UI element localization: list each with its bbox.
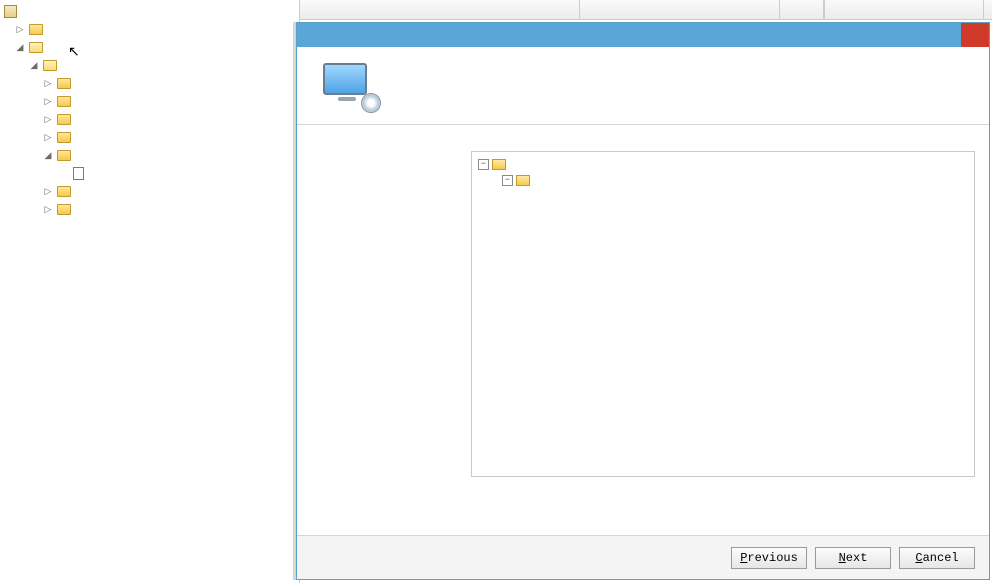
folder-open-icon <box>28 40 44 54</box>
col-version[interactable] <box>780 0 824 19</box>
os-tree-root[interactable]: − <box>478 156 968 172</box>
tree-mdt-share[interactable]: ◢ <box>0 56 299 74</box>
os-tree-folder[interactable]: − <box>502 172 968 188</box>
close-button[interactable] <box>961 23 989 47</box>
wizard-button-bar: Previous Next Cancel <box>297 535 989 579</box>
collapse-icon[interactable]: ◢ <box>42 149 54 161</box>
tree-root-label <box>21 10 25 12</box>
wizard-content: − − <box>465 125 989 535</box>
expand-icon[interactable]: ▷ <box>42 203 54 215</box>
workbench-icon <box>2 4 18 18</box>
os-install-icon <box>323 63 377 109</box>
tree-upgrade-ts[interactable] <box>0 164 299 182</box>
expand-icon[interactable]: ▷ <box>42 95 54 107</box>
folder-icon <box>56 130 72 144</box>
wizard-banner <box>297 47 989 125</box>
col-id[interactable] <box>580 0 780 19</box>
col-name[interactable] <box>300 0 580 19</box>
expand-icon[interactable]: ▷ <box>42 113 54 125</box>
task-sequence-icon <box>70 166 86 180</box>
cancel-button[interactable]: Cancel <box>899 547 975 569</box>
folder-icon <box>56 94 72 108</box>
expand-icon[interactable]: ▷ <box>42 77 54 89</box>
new-task-sequence-wizard: − − Previous Next Cancel <box>296 22 990 580</box>
tree-info-center[interactable]: ▷ <box>0 20 299 38</box>
tree-monitoring[interactable]: ▷ <box>0 200 299 218</box>
next-button[interactable]: Next <box>815 547 891 569</box>
folder-icon <box>56 184 72 198</box>
tree-root[interactable] <box>0 2 299 20</box>
tree-operating-systems[interactable]: ▷ <box>0 92 299 110</box>
folder-icon <box>28 22 44 36</box>
tree-adv-config[interactable]: ▷ <box>0 182 299 200</box>
tree-task-sequences[interactable]: ◢ <box>0 146 299 164</box>
previous-button[interactable]: Previous <box>731 547 807 569</box>
collapse-icon[interactable]: ◢ <box>28 59 40 71</box>
folder-open-icon <box>42 58 58 72</box>
expand-icon[interactable]: ▷ <box>14 23 26 35</box>
wizard-steps-list <box>297 125 465 535</box>
expand-icon[interactable]: ▷ <box>42 185 54 197</box>
wizard-titlebar[interactable] <box>297 23 989 47</box>
tree-applications[interactable]: ▷ <box>0 74 299 92</box>
os-tree-view[interactable]: − − <box>471 151 975 477</box>
expand-icon[interactable]: ▷ <box>42 131 54 143</box>
tree-oob-drivers[interactable]: ▷ <box>0 110 299 128</box>
deployment-tree-panel: ▷ ◢ ◢ ▷ ▷ ▷ ▷ <box>0 0 300 583</box>
minus-icon[interactable]: − <box>502 175 513 186</box>
folder-icon <box>516 175 530 186</box>
tree-packages[interactable]: ▷ <box>0 128 299 146</box>
list-header <box>300 0 992 20</box>
col-action[interactable] <box>824 0 984 19</box>
folder-icon <box>56 148 72 162</box>
tree-deployment-shares[interactable]: ◢ <box>0 38 299 56</box>
collapse-icon[interactable]: ◢ <box>14 41 26 53</box>
folder-icon <box>492 159 506 170</box>
folder-icon <box>56 112 72 126</box>
folder-icon <box>56 202 72 216</box>
folder-icon <box>56 76 72 90</box>
minus-icon[interactable]: − <box>478 159 489 170</box>
